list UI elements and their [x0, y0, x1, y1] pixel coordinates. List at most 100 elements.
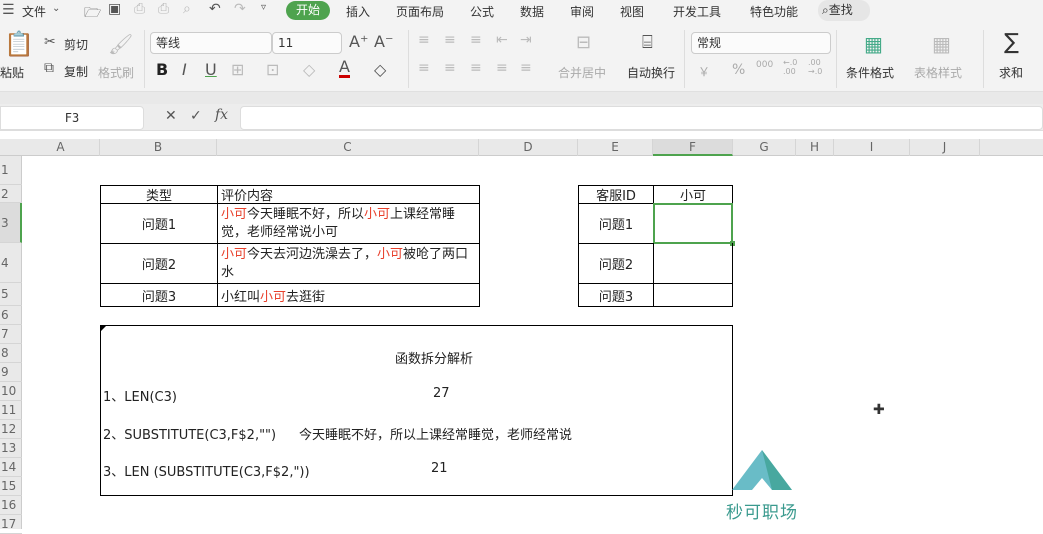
- column-header-c[interactable]: C: [217, 139, 479, 156]
- tab-review[interactable]: 审阅: [570, 3, 594, 20]
- print-preview-icon[interactable]: ⎙: [134, 1, 145, 17]
- agent-cell[interactable]: 问题3: [578, 283, 654, 307]
- copy-button[interactable]: 复制: [64, 63, 88, 80]
- header-content[interactable]: 评价内容: [217, 185, 480, 204]
- cell-style-icon[interactable]: ⊡: [266, 60, 279, 79]
- sum-button[interactable]: 求和: [999, 64, 1023, 81]
- row-header[interactable]: 7: [0, 325, 22, 344]
- italic-icon[interactable]: I: [182, 60, 187, 79]
- row-header[interactable]: 4: [0, 243, 22, 283]
- header-agent-id[interactable]: 客服ID: [578, 185, 654, 204]
- decrease-decimal-button[interactable]: .00 →.0: [808, 58, 826, 76]
- column-header-e[interactable]: E: [578, 139, 653, 156]
- outdent-icon[interactable]: ⇤: [496, 32, 508, 48]
- more-icon[interactable]: ▿: [261, 2, 266, 13]
- tab-page-layout[interactable]: 页面布局: [396, 3, 444, 20]
- name-box[interactable]: F3: [0, 106, 144, 130]
- thousands-button[interactable]: 000: [756, 60, 773, 70]
- row-header[interactable]: 1: [0, 156, 22, 185]
- tab-formulas[interactable]: 公式: [470, 3, 494, 20]
- hamburger-icon[interactable]: ☰: [2, 2, 15, 18]
- font-color-icon[interactable]: A: [339, 59, 350, 78]
- content-cell[interactable]: 小可今天睡眠不好，所以小可上课经常睡觉，老师经常说小可: [217, 203, 480, 244]
- type-cell[interactable]: 问题3: [100, 283, 218, 307]
- decrease-font-icon[interactable]: A⁻: [374, 32, 393, 51]
- preview-icon[interactable]: ⌕: [183, 1, 191, 17]
- confirm-icon[interactable]: ✓: [190, 108, 202, 124]
- border-icon[interactable]: ⊞: [231, 60, 244, 79]
- row-header[interactable]: 16: [0, 496, 22, 515]
- formula-input[interactable]: [240, 106, 1043, 130]
- save-icon[interactable]: ▣: [108, 1, 121, 17]
- indent-icon[interactable]: ⇥: [520, 32, 532, 48]
- merge-center-button[interactable]: 合并居中: [558, 64, 606, 81]
- conditional-format-button[interactable]: 条件格式: [846, 64, 894, 81]
- align-middle-icon[interactable]: ≡: [444, 32, 456, 48]
- type-cell[interactable]: 问题2: [100, 243, 218, 284]
- tab-start[interactable]: 开始: [286, 1, 330, 20]
- content-cell[interactable]: 小红叫小可去逛街: [217, 283, 480, 307]
- justify-icon[interactable]: ≡: [496, 60, 508, 76]
- value-cell[interactable]: [653, 283, 733, 307]
- row-header[interactable]: 17: [0, 515, 22, 534]
- column-header-b[interactable]: B: [100, 139, 217, 156]
- tab-data[interactable]: 数据: [520, 3, 544, 20]
- cancel-icon[interactable]: ✕: [165, 108, 177, 124]
- column-header-j[interactable]: J: [910, 139, 980, 156]
- align-bottom-icon[interactable]: ≡: [470, 32, 482, 48]
- fill-color-icon[interactable]: ◇: [303, 60, 315, 79]
- row-header[interactable]: 14: [0, 458, 22, 477]
- row-header[interactable]: 5: [0, 283, 22, 306]
- column-header-i[interactable]: I: [834, 139, 910, 156]
- agent-cell[interactable]: 问题1: [578, 203, 654, 244]
- distribute-icon[interactable]: ≡: [520, 60, 532, 76]
- tab-features[interactable]: 特色功能: [750, 3, 798, 20]
- row-header[interactable]: 3: [0, 203, 22, 243]
- column-header-g[interactable]: G: [733, 139, 796, 156]
- tab-view[interactable]: 视图: [620, 3, 644, 20]
- agent-cell[interactable]: 问题2: [578, 243, 654, 284]
- row-header[interactable]: 10: [0, 382, 22, 401]
- eraser-icon[interactable]: ◇: [374, 60, 386, 79]
- increase-font-icon[interactable]: A⁺: [349, 32, 368, 51]
- tab-developer[interactable]: 开发工具: [673, 3, 721, 20]
- row-header[interactable]: 9: [0, 363, 22, 382]
- value-cell[interactable]: [653, 243, 733, 284]
- bold-icon[interactable]: B: [156, 60, 168, 79]
- increase-decimal-button[interactable]: ←.0 .00: [783, 58, 801, 76]
- font-size-select[interactable]: 11: [272, 32, 342, 54]
- column-header-h[interactable]: H: [796, 139, 834, 156]
- percent-button[interactable]: %: [732, 62, 745, 78]
- content-cell[interactable]: 小可今天去河边洗澡去了，小可被呛了两口水: [217, 243, 480, 284]
- cut-button[interactable]: 剪切: [64, 36, 88, 53]
- column-header-a[interactable]: A: [22, 139, 100, 156]
- undo-icon[interactable]: ↶: [209, 1, 221, 17]
- align-left-icon[interactable]: ≡: [418, 60, 430, 76]
- underline-icon[interactable]: U: [205, 60, 217, 79]
- search-button[interactable]: ⌕查找: [818, 0, 870, 21]
- align-right-icon[interactable]: ≡: [470, 60, 482, 76]
- row-header[interactable]: 13: [0, 439, 22, 458]
- analysis-box[interactable]: 函数拆分解析 1、LEN(C3) 27 2、SUBSTITUTE(C3,F$2,…: [100, 325, 733, 496]
- row-header[interactable]: 12: [0, 420, 22, 439]
- align-top-icon[interactable]: ≡: [418, 32, 430, 48]
- paste-icon[interactable]: 📋: [4, 30, 34, 58]
- row-header[interactable]: 8: [0, 344, 22, 363]
- row-header[interactable]: 11: [0, 401, 22, 420]
- row-header[interactable]: 6: [0, 306, 22, 325]
- chevron-down-icon[interactable]: ⌄: [52, 3, 60, 14]
- redo-icon[interactable]: ↷: [234, 1, 246, 17]
- fx-icon[interactable]: fx: [215, 107, 228, 123]
- header-xiaoke[interactable]: 小可: [653, 185, 733, 204]
- type-cell[interactable]: 问题1: [100, 203, 218, 244]
- tab-insert[interactable]: 插入: [346, 3, 370, 20]
- format-painter-button[interactable]: 格式刷: [98, 64, 134, 81]
- currency-button[interactable]: ￥: [698, 63, 710, 80]
- align-center-icon[interactable]: ≡: [444, 60, 456, 76]
- selected-cell-f3[interactable]: [653, 203, 733, 244]
- row-header[interactable]: 2: [0, 185, 22, 203]
- print-icon[interactable]: ⎙: [158, 1, 169, 17]
- header-type[interactable]: 类型: [100, 185, 218, 204]
- paste-button[interactable]: 粘贴: [0, 64, 24, 81]
- font-name-select[interactable]: 等线: [150, 32, 272, 54]
